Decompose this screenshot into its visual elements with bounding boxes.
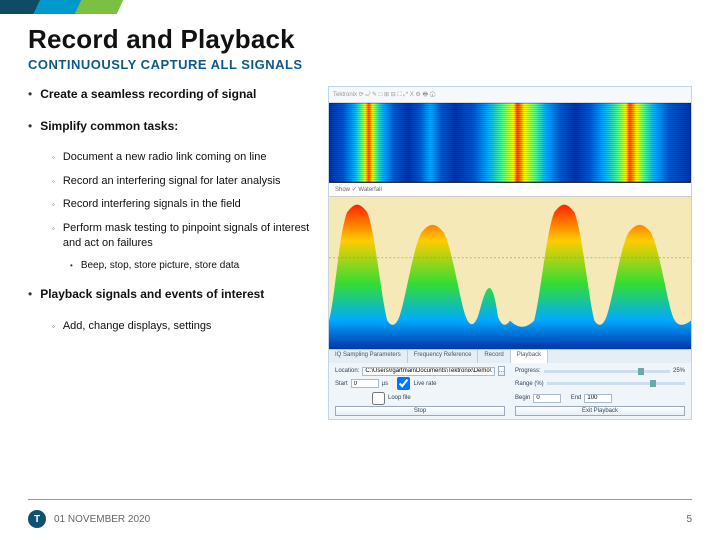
range-label: Range (%) — [515, 381, 544, 387]
bullet-3: Playback signals and events of interest — [40, 286, 264, 302]
sub-bullet: Add, change displays, settings — [63, 319, 212, 334]
start-label: Start — [335, 381, 348, 387]
progress-value: 25% — [673, 368, 685, 374]
start-field[interactable] — [351, 379, 379, 388]
waterfall-display — [329, 103, 691, 183]
bullet-1: Create a seamless recording of signal — [40, 86, 256, 102]
bullet-column: Create a seamless recording of signal Si… — [28, 86, 318, 420]
progress-slider[interactable] — [544, 370, 670, 373]
playback-panel: Location: ... Progress: 25% Start µs Liv… — [329, 363, 691, 419]
browse-button[interactable]: ... — [498, 366, 505, 376]
logo-icon: T — [28, 510, 46, 528]
panel-tabs: IQ Sampling Parameters Frequency Referen… — [329, 349, 691, 363]
sub-bullet: Record an interfering signal for later a… — [63, 174, 281, 189]
sub-bullet: Perform mask testing to pinpoint signals… — [63, 221, 318, 252]
app-screenshot: Tektronix ⟳ ⤾ ✎ □ ⊞ ⊟ ⛶ ⤢ X ⚙ 🖶 ⓘ Show ✓… — [328, 86, 692, 420]
slide-subtitle: CONTINUOUSLY CAPTURE ALL SIGNALS — [28, 57, 692, 72]
sub-bullet: Document a new radio link coming on line — [63, 150, 267, 165]
end-label: End — [571, 395, 582, 401]
app-toolbar: Tektronix ⟳ ⤾ ✎ □ ⊞ ⊟ ⛶ ⤢ X ⚙ 🖶 ⓘ — [329, 87, 691, 103]
footer-rule — [28, 499, 692, 500]
progress-label: Progress: — [515, 368, 541, 374]
show-value[interactable]: ✓ Waterfall — [352, 186, 382, 193]
loop-label: Loop file — [388, 395, 411, 401]
toolbar-icons[interactable]: Tektronix ⟳ ⤾ ✎ □ ⊞ ⊟ ⛶ ⤢ X ⚙ 🖶 ⓘ — [333, 90, 435, 100]
subsub-bullet: Beep, stop, store picture, store data — [81, 259, 239, 272]
tab-playback[interactable]: Playback — [511, 350, 548, 363]
mid-strip: Show ✓ Waterfall — [329, 183, 691, 197]
location-label: Location: — [335, 368, 359, 374]
sub-bullet: Record interfering signals in the field — [63, 197, 241, 212]
tab-iq[interactable]: IQ Sampling Parameters — [329, 350, 408, 363]
bullet-2: Simplify common tasks: — [40, 118, 178, 134]
page-number: 5 — [686, 514, 692, 525]
begin-label: Begin — [515, 395, 530, 401]
slide-title: Record and Playback — [28, 24, 692, 55]
begin-field[interactable] — [533, 394, 561, 403]
unit-label: µs — [382, 381, 388, 387]
tab-record[interactable]: Record — [478, 350, 510, 363]
loop-checkbox[interactable] — [372, 392, 385, 405]
live-rate-checkbox[interactable] — [397, 377, 410, 390]
end-field[interactable] — [584, 394, 612, 403]
stop-button[interactable]: Stop — [335, 406, 505, 416]
live-rate-label: Live rate — [413, 381, 436, 387]
exit-button[interactable]: Exit Playback — [515, 406, 685, 416]
spectrum-display — [329, 197, 691, 349]
slide-accent — [0, 0, 120, 14]
show-label: Show — [335, 187, 350, 193]
footer-date: 01 NOVEMBER 2020 — [54, 514, 150, 525]
location-field[interactable] — [362, 367, 495, 376]
range-slider[interactable] — [547, 382, 685, 385]
tab-freq[interactable]: Frequency Reference — [408, 350, 479, 363]
